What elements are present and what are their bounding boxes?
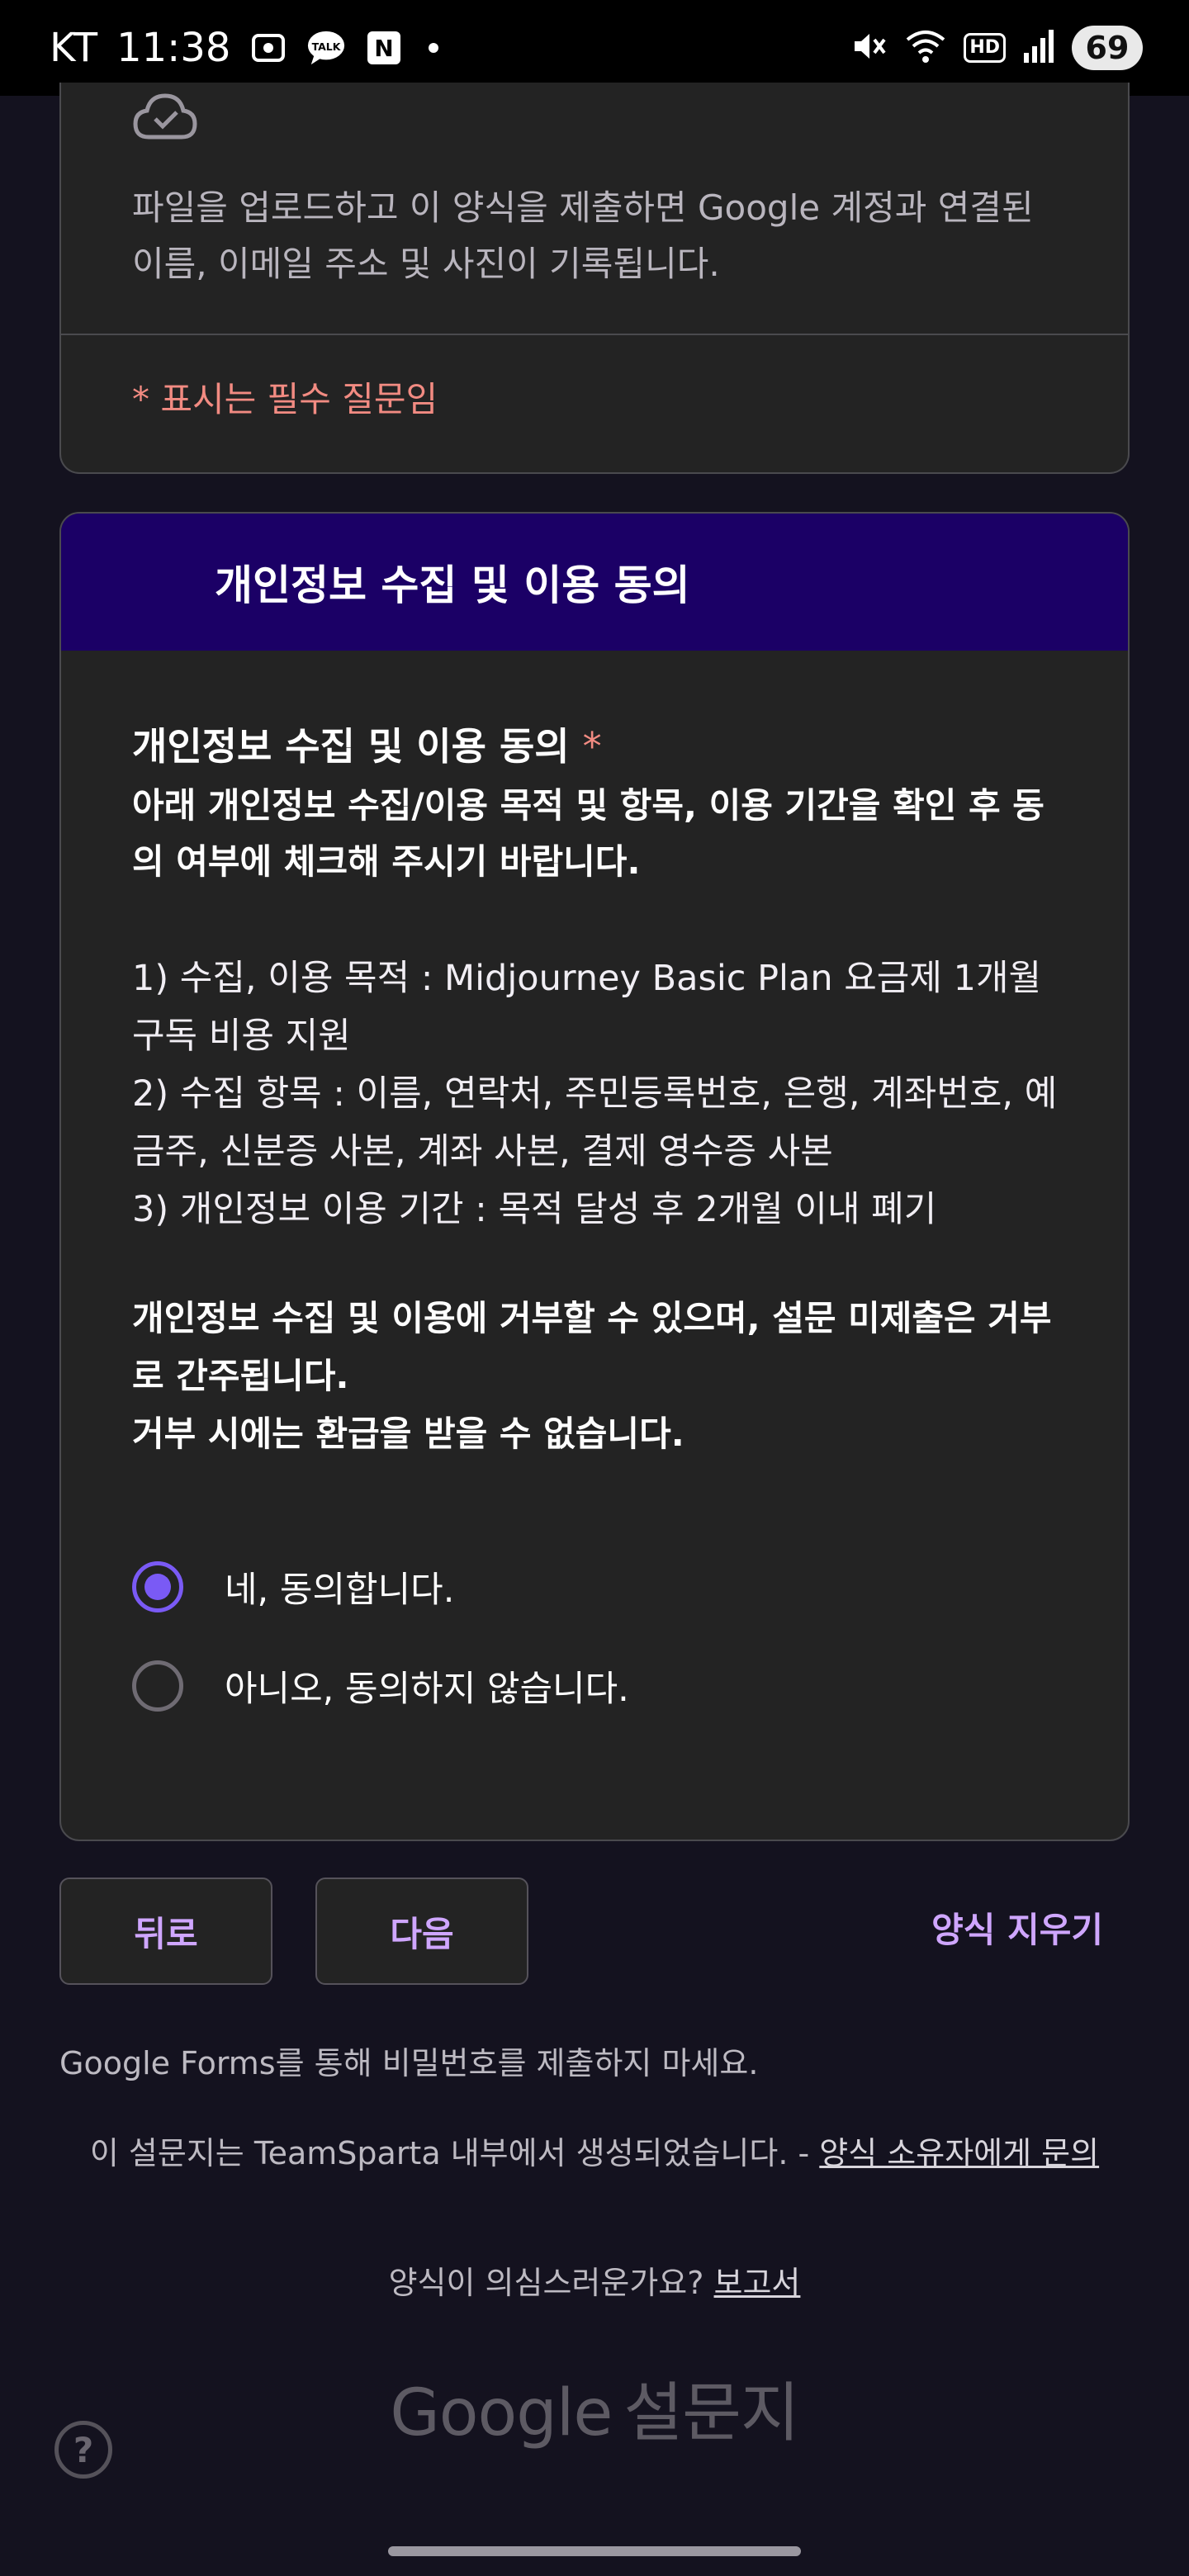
option-disagree[interactable]: 아니오, 동의하지 않습니다. [132, 1636, 629, 1735]
detail-period: 3) 개인정보 이용 기간 : 목적 달성 후 2개월 이내 폐기 [132, 1189, 937, 1230]
cloud-done-icon [132, 89, 198, 150]
next-button[interactable]: 다음 [315, 1878, 528, 1985]
option-agree-label[interactable]: 네, 동의합니다. [225, 1561, 454, 1612]
home-indicator[interactable] [388, 2546, 801, 2556]
question-details: 1) 수집, 이용 목적 : Midjourney Basic Plan 요금제… [132, 949, 1065, 1238]
radio-disagree[interactable] [132, 1660, 183, 1712]
kakaotalk-icon: TALK [306, 28, 346, 68]
radio-selected-dot [144, 1574, 171, 1600]
detail-items: 2) 수집 항목 : 이름, 연락처, 주민등록번호, 은행, 계좌번호, 예금… [132, 1073, 1058, 1172]
required-asterisk: * [582, 724, 602, 769]
section-title: 개인정보 수집 및 이용 동의 [215, 561, 690, 609]
help-icon[interactable]: ? [54, 2421, 112, 2479]
report-link[interactable]: 보고서 [714, 2265, 801, 2301]
option-disagree-label[interactable]: 아니오, 동의하지 않습니다. [225, 1660, 629, 1712]
consent-section-card: 개인정보 수집 및 이용 동의 개인정보 수집 및 이용 동의 * 아래 개인정… [59, 512, 1130, 1841]
wifi-icon [904, 28, 947, 68]
consent-radio-group: 네, 동의합니다. 아니오, 동의하지 않습니다. [132, 1537, 629, 1735]
clock: 11:38 [116, 25, 231, 71]
section-header: 개인정보 수집 및 이용 동의 [61, 514, 1128, 651]
consent-question: 개인정보 수집 및 이용 동의 * 아래 개인정보 수집/이용 목적 및 항목,… [132, 720, 1065, 1463]
option-agree[interactable]: 네, 동의합니다. [132, 1537, 629, 1636]
question-title: 개인정보 수집 및 이용 동의 * [132, 720, 1065, 773]
brand-google: Google [390, 2376, 613, 2451]
suspicious-form-notice: 양식이 의심스러운가요? 보고서 [59, 2257, 1130, 2303]
hd-badge: HD [964, 33, 1006, 63]
brand-forms: 설문지 [623, 2376, 799, 2451]
radio-agree[interactable] [132, 1561, 183, 1612]
refusal-notice-line2: 거부 시에는 환급을 받을 수 없습니다. [132, 1413, 685, 1454]
required-notice: * 표시는 필수 질문임 [132, 379, 438, 419]
question-instruction: 아래 개인정보 수집/이용 목적 및 항목, 이용 기간을 확인 후 동의 여부… [132, 785, 1045, 882]
back-button[interactable]: 뒤로 [59, 1878, 272, 1985]
screenshot-icon [249, 28, 288, 68]
google-forms-logo[interactable]: Google 설문지 [0, 2361, 1189, 2454]
upload-notice-text: 파일을 업로드하고 이 양식을 제출하면 Google 계정과 연결된 이름, … [132, 187, 1034, 284]
card-divider [61, 334, 1128, 335]
upload-notice-card: 파일을 업로드하고 이 양식을 제출하면 Google 계정과 연결된 이름, … [59, 83, 1130, 474]
suspicious-text: 양식이 의심스러운가요? [388, 2265, 714, 2301]
talk-text: TALK [312, 40, 342, 53]
notification-dot [429, 43, 439, 53]
detail-purpose: 1) 수집, 이용 목적 : Midjourney Basic Plan 요금제… [132, 958, 1042, 1057]
status-bar: KT 11:38 TALK N HD 69 [0, 0, 1189, 96]
question-title-text: 개인정보 수집 및 이용 동의 [132, 724, 570, 769]
naver-icon: N [364, 28, 404, 68]
naver-n-text: N [375, 35, 394, 62]
battery-indicator: 69 [1072, 26, 1143, 70]
carrier-label: KT [50, 25, 99, 71]
created-by-notice: 이 설문지는 TeamSparta 내부에서 생성되었습니다. - 양식 소유자… [59, 2130, 1130, 2176]
clear-form-button[interactable]: 양식 지우기 [931, 1902, 1103, 1953]
signal-icon [1022, 28, 1055, 68]
mute-icon [848, 26, 888, 69]
created-by-text: 이 설문지는 TeamSparta 내부에서 생성되었습니다. - [89, 2135, 820, 2171]
password-warning: Google Forms를 통해 비밀번호를 제출하지 마세요. [59, 2045, 759, 2081]
refusal-notice: 개인정보 수집 및 이용에 거부할 수 있으며, 설문 미제출은 거부로 간주됩… [132, 1290, 1065, 1463]
refusal-notice-line1: 개인정보 수집 및 이용에 거부할 수 있으며, 설문 미제출은 거부로 간주됩… [132, 1298, 1052, 1396]
contact-owner-link[interactable]: 양식 소유자에게 문의 [819, 2135, 1099, 2171]
